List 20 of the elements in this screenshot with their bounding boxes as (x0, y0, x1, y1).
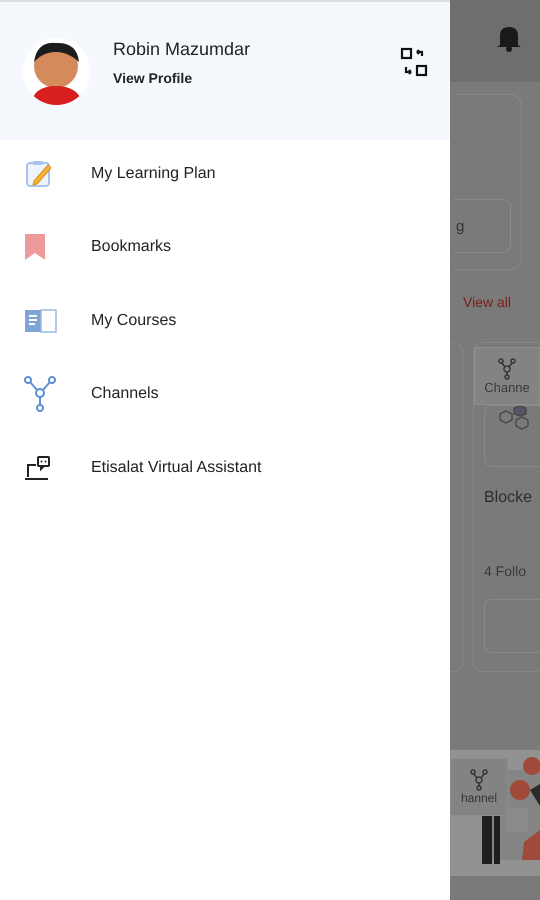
book-icon (24, 308, 58, 334)
menu-item[interactable]: My Learning Plan (91, 164, 216, 183)
follower-count: 4 Follo (484, 563, 528, 579)
card-title: Blocke (484, 489, 534, 507)
tag-text: Channe (484, 380, 530, 394)
network-icon (470, 769, 488, 791)
menu-item[interactable]: Etisalat Virtual Assistant (91, 458, 262, 477)
view-profile-link[interactable]: View Profile (113, 70, 377, 86)
field-text: g (456, 218, 464, 234)
menu-item[interactable]: Channels (91, 385, 159, 404)
network-icon (24, 376, 56, 412)
bookmark-icon (24, 233, 46, 262)
laptop-chat-icon (24, 454, 52, 481)
user-name: Robin Mazumdar (113, 38, 252, 60)
tag-text: hannel (460, 791, 498, 805)
menu-item[interactable]: My Courses (91, 312, 176, 330)
network-icon (498, 358, 516, 380)
bell-icon[interactable] (496, 24, 522, 52)
menu-item[interactable]: Bookmarks (91, 238, 172, 256)
switch-icon[interactable] (400, 47, 428, 77)
